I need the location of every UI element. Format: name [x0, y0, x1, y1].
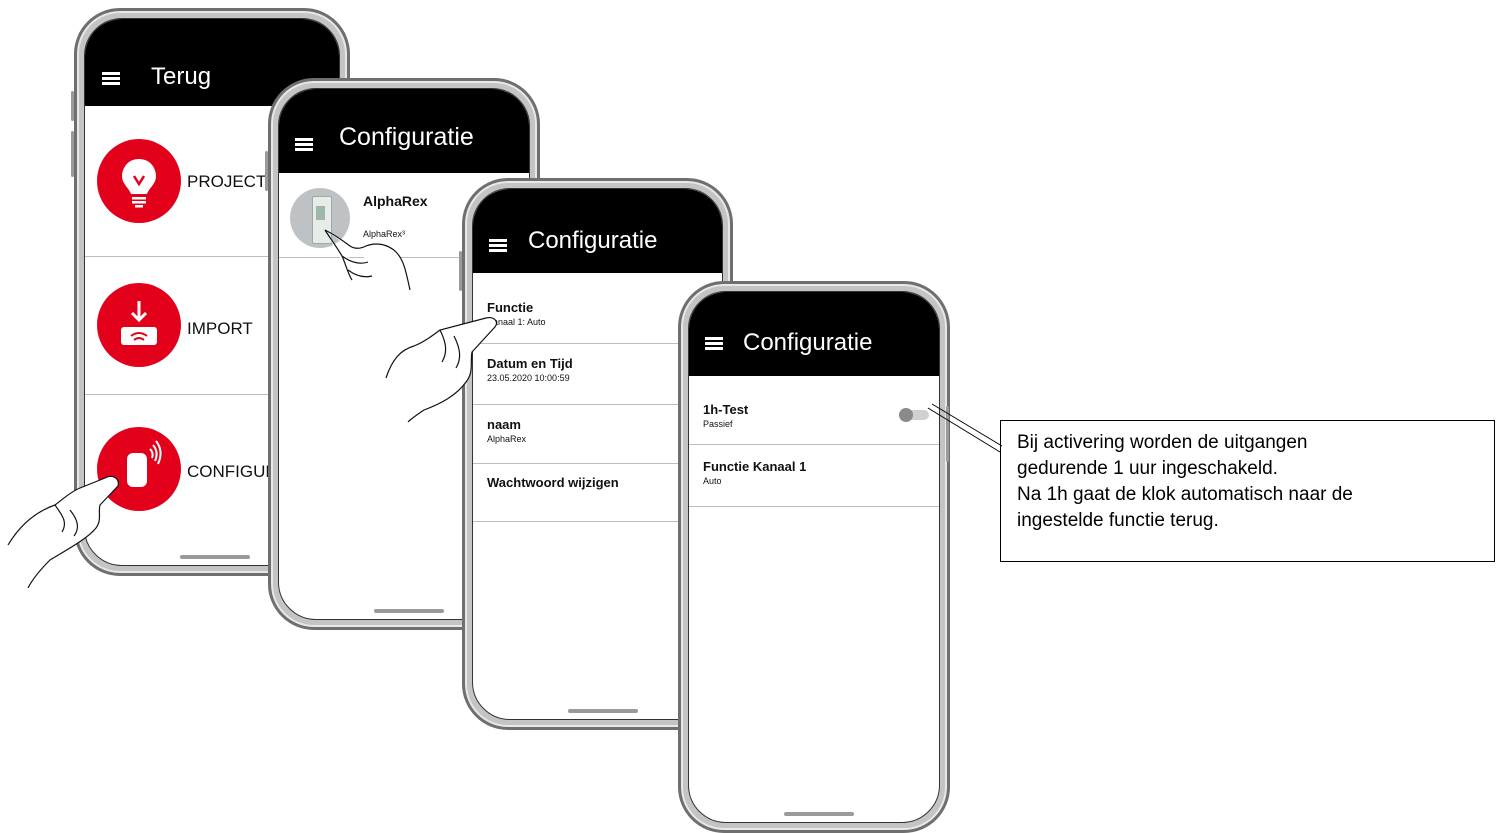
- pointing-hand-icon: [7, 475, 119, 589]
- overlay-graphics: [7, 229, 1003, 589]
- pointing-hand-icon: [324, 229, 411, 291]
- leader-line: [927, 403, 1003, 453]
- pointing-hand-icon: [385, 317, 498, 423]
